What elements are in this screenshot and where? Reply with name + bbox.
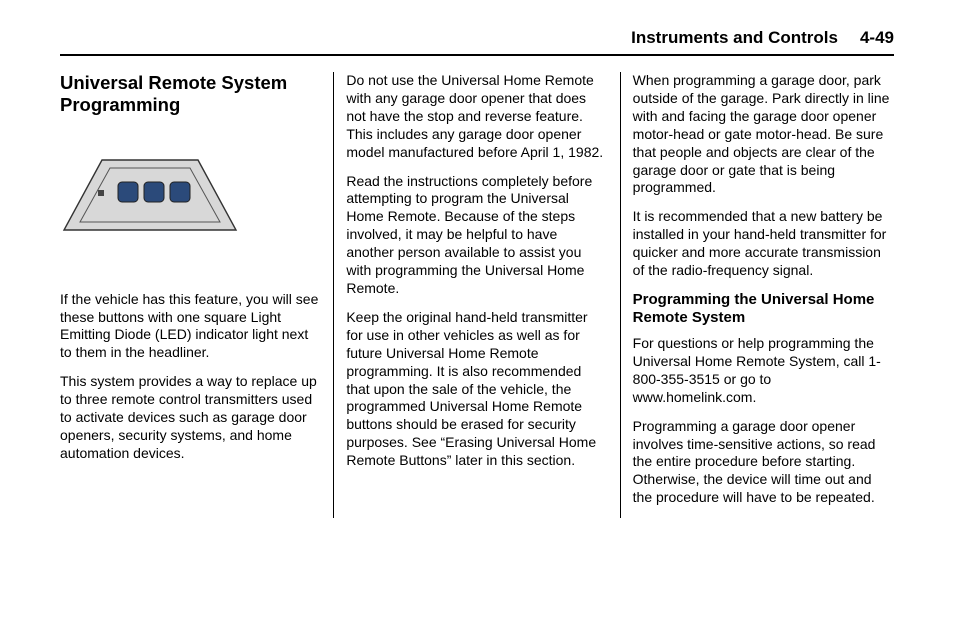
body-text: Read the instructions completely before … [346,173,607,298]
body-text: Do not use the Universal Home Remote wit… [346,72,607,162]
section-title: Universal Remote System Programming [60,72,321,116]
content-columns: Universal Remote System Programming If t… [60,72,894,518]
column-3: When programming a garage door, park out… [621,72,894,518]
universal-remote-illustration [60,152,240,237]
column-2: Do not use the Universal Home Remote wit… [334,72,620,518]
page-number: 4-49 [860,28,894,48]
body-text: If the vehicle has this feature, you wil… [60,291,321,363]
subsection-title: Programming the Universal Home Remote Sy… [633,291,894,327]
body-text: This system provides a way to replace up… [60,373,321,463]
column-1: Universal Remote System Programming If t… [60,72,334,518]
chapter-title: Instruments and Controls [631,28,838,48]
body-text: Programming a garage door opener involve… [633,418,894,508]
body-text: Keep the original hand-held transmitter … [346,309,607,470]
body-text: When programming a garage door, park out… [633,72,894,197]
body-text: For questions or help programming the Un… [633,335,894,407]
body-text: It is recommended that a new battery be … [633,208,894,280]
page-header: Instruments and Controls 4-49 [60,28,894,56]
